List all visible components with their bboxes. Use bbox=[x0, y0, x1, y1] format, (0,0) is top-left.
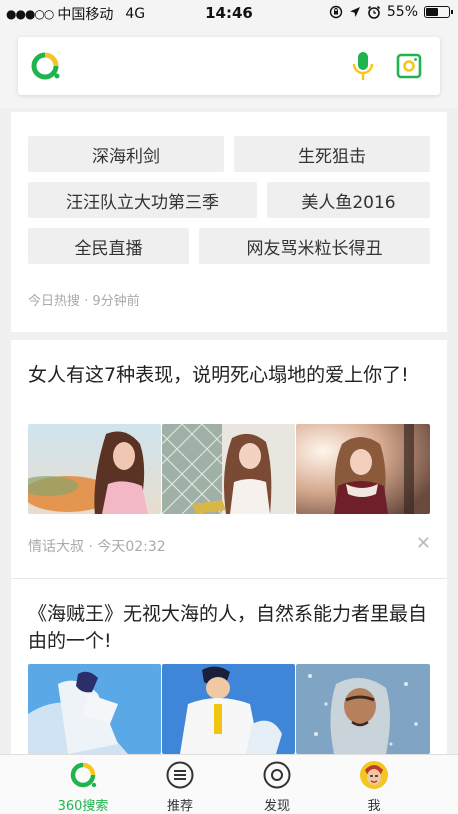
hot-search-chip[interactable]: 深海利剑 bbox=[28, 136, 224, 172]
article-thumbnail[interactable] bbox=[162, 424, 295, 514]
status-bar: ●●●○○ 中国移动 4G 14:46 55% bbox=[0, 0, 458, 26]
hot-search-chip[interactable]: 汪汪队立大功第三季 bbox=[28, 182, 257, 218]
alarm-clock-icon bbox=[367, 5, 380, 19]
hot-search-chip[interactable]: 全民直播 bbox=[28, 228, 189, 264]
hot-search-chip[interactable]: 生死狙击 bbox=[234, 136, 430, 172]
article-meta: 情话大叔 · 今天02:32 bbox=[28, 539, 166, 555]
battery-fill bbox=[426, 8, 438, 16]
hot-search-meta: 今日热搜 · 9分钟前 bbox=[28, 294, 140, 309]
article-thumbnail[interactable] bbox=[296, 424, 430, 514]
rotation-lock-icon bbox=[329, 5, 343, 19]
feed-article-card[interactable]: 《海贼王》无视大海的人，自然系能力者里最自由的一个! bbox=[11, 579, 447, 754]
status-right: 55% bbox=[329, 4, 453, 20]
tab-label: 360搜索 bbox=[57, 799, 109, 814]
search-header bbox=[0, 26, 458, 108]
article-thumbnail[interactable] bbox=[28, 424, 161, 514]
dismiss-close-icon[interactable]: ✕ bbox=[416, 533, 431, 554]
tab-label: 发现 bbox=[263, 799, 290, 814]
battery-icon bbox=[424, 6, 453, 18]
tab-label: 推荐 bbox=[166, 799, 193, 814]
tab-recommend[interactable]: 推荐 bbox=[135, 755, 225, 814]
avatar-icon bbox=[360, 761, 388, 789]
article-thumbnail[interactable] bbox=[28, 664, 161, 754]
hot-search-card: 深海利剑 生死狙击 汪汪队立大功第三季 美人鱼2016 全民直播 网友骂米粒长得… bbox=[11, 112, 447, 332]
tab-discover[interactable]: 发现 bbox=[232, 755, 322, 814]
bottom-tab-bar: 360搜索 推荐 发现 我 bbox=[0, 754, 458, 814]
discover-icon bbox=[263, 761, 291, 789]
tab-label: 我 bbox=[367, 799, 381, 814]
microphone-icon[interactable] bbox=[351, 50, 375, 82]
article-title[interactable]: 女人有这7种表现，说明死心塌地的爱上你了! bbox=[28, 362, 428, 389]
article-title[interactable]: 《海贼王》无视大海的人，自然系能力者里最自由的一个! bbox=[28, 601, 428, 655]
camera-scan-icon[interactable] bbox=[396, 53, 422, 79]
tab-360-search[interactable]: 360搜索 bbox=[38, 755, 128, 814]
article-thumbnail[interactable] bbox=[296, 664, 430, 754]
location-arrow-icon bbox=[349, 7, 360, 17]
feed-article-card[interactable]: 女人有这7种表现，说明死心塌地的爱上你了! 情话大叔 · 今天02:32 ✕ bbox=[11, 340, 447, 578]
article-thumbnail[interactable] bbox=[162, 664, 295, 754]
battery-percent: 55% bbox=[386, 4, 418, 20]
360-logo-icon bbox=[70, 762, 97, 788]
hot-search-chip[interactable]: 网友骂米粒长得丑 bbox=[199, 228, 430, 264]
tab-me[interactable]: 我 bbox=[329, 755, 419, 814]
360-logo-icon bbox=[31, 52, 60, 80]
hot-search-chip[interactable]: 美人鱼2016 bbox=[267, 182, 430, 218]
list-icon bbox=[166, 761, 194, 789]
search-bar[interactable] bbox=[18, 37, 440, 95]
